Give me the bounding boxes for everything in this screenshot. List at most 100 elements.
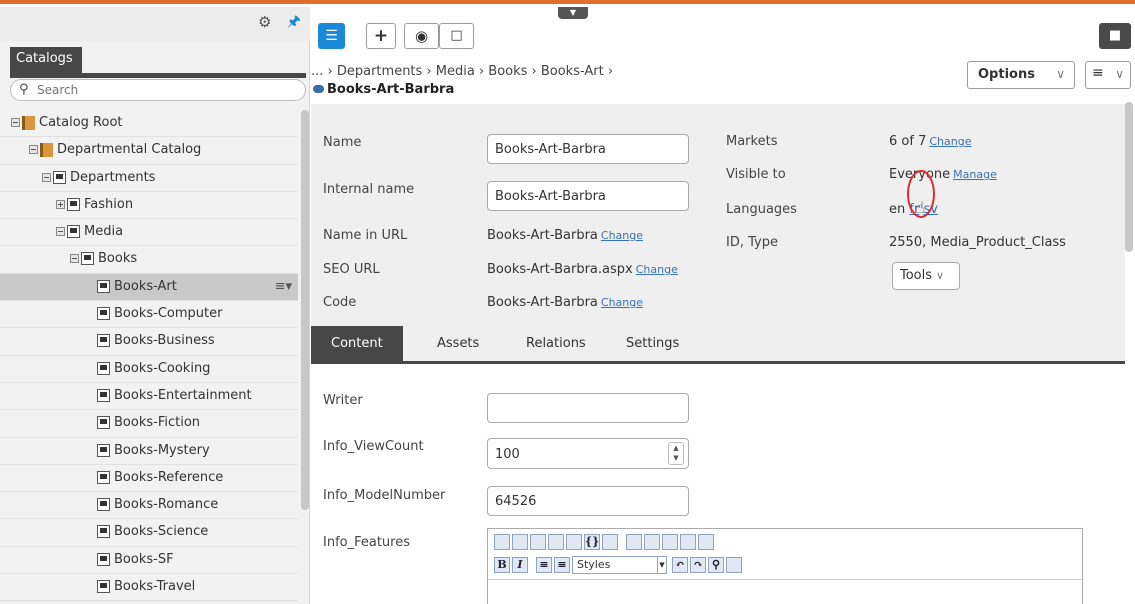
- bullet-list-icon[interactable]: ≡: [536, 557, 552, 573]
- languages-label: Languages: [726, 202, 797, 217]
- collapse-icon[interactable]: [70, 254, 79, 264]
- change-seo-url-link[interactable]: Change: [636, 263, 678, 276]
- tree-item-label: Books-Cooking: [114, 360, 211, 376]
- tree-item-departments[interactable]: Departments: [0, 165, 298, 192]
- preview-button[interactable]: □: [439, 23, 474, 49]
- styles-select[interactable]: Styles ▼: [572, 556, 667, 574]
- tab-settings[interactable]: Settings: [626, 326, 679, 361]
- tree-item-books-art[interactable]: Books-Art ≡▾: [0, 273, 298, 302]
- tree-item-label: Books: [98, 251, 138, 267]
- tree-item-departmental-catalog[interactable]: Departmental Catalog: [0, 137, 298, 165]
- toggle-tree-button[interactable]: ☰: [318, 23, 345, 49]
- markets-value: 6 of 7 Change: [889, 134, 971, 149]
- chevron-down-icon[interactable]: ▼: [558, 7, 588, 19]
- breadcrumb[interactable]: ... › Departments › Media › Books › Book…: [311, 64, 613, 79]
- media-icon[interactable]: [566, 534, 582, 550]
- options-button[interactable]: Options ∨: [967, 61, 1075, 89]
- collapse-icon[interactable]: [29, 145, 38, 155]
- cut-icon[interactable]: [626, 534, 642, 550]
- tree-item-books-fiction[interactable]: Books-Fiction: [0, 410, 298, 438]
- name-field[interactable]: Books-Art-Barbra: [487, 134, 689, 164]
- catalog-tree: Catalog Root Departmental Catalog Depart…: [0, 110, 298, 602]
- code-icon[interactable]: {}: [584, 534, 600, 550]
- search-box[interactable]: ⚲: [10, 79, 306, 101]
- rich-text-editor[interactable]: {} B I ≡ ≡ Styles ▼ ↶ ↷ ⚲: [487, 528, 1083, 604]
- collapse-icon[interactable]: [56, 227, 65, 237]
- tree-item-books-entertainment[interactable]: Books-Entertainment: [0, 383, 298, 411]
- paste-text-icon[interactable]: [680, 534, 696, 550]
- tree-item-fashion[interactable]: Fashion: [0, 192, 298, 220]
- change-markets-link[interactable]: Change: [929, 135, 971, 148]
- tree-item-label: Books-Travel: [114, 579, 196, 595]
- writer-field[interactable]: [487, 393, 689, 423]
- pin-icon[interactable]: 🖈: [287, 11, 301, 36]
- tree-item-books-reference[interactable]: Books-Reference: [0, 465, 298, 493]
- copy-icon[interactable]: [644, 534, 660, 550]
- add-button[interactable]: +: [366, 23, 396, 49]
- collapse-icon[interactable]: [42, 172, 51, 182]
- change-code-link[interactable]: Change: [601, 296, 643, 309]
- folder-button[interactable]: ■: [1099, 23, 1131, 49]
- item-type-icon: [313, 85, 324, 93]
- numbered-list-icon[interactable]: ≡: [554, 557, 570, 573]
- change-name-in-url-link[interactable]: Change: [601, 229, 643, 242]
- expand-icon[interactable]: [56, 199, 65, 209]
- visible-to-value: Everyone Manage: [889, 167, 997, 182]
- tools-label: Tools: [900, 268, 933, 283]
- find-icon[interactable]: ⚲: [708, 557, 724, 573]
- tree-item-books-sf[interactable]: Books-SF: [0, 547, 298, 575]
- view-button[interactable]: ◉: [404, 23, 439, 49]
- tree-item-label: Books-SF: [114, 551, 174, 567]
- internal-name-field[interactable]: Books-Art-Barbra: [487, 181, 689, 211]
- tree-item-media[interactable]: Media: [0, 219, 298, 247]
- content-tabs: Content Assets Relations Settings: [311, 326, 1125, 364]
- tree-item-books-business[interactable]: Books-Business: [0, 328, 298, 356]
- link-icon[interactable]: [512, 534, 528, 550]
- sidebar-scrollbar[interactable]: [301, 110, 309, 510]
- gear-icon[interactable]: ⚙: [258, 13, 271, 31]
- tab-assets[interactable]: Assets: [437, 326, 479, 361]
- tools-button[interactable]: Tools ∨: [892, 262, 960, 290]
- image-icon[interactable]: [530, 534, 546, 550]
- undo-icon[interactable]: ↶: [672, 557, 688, 573]
- search-input[interactable]: [37, 82, 287, 98]
- catalog-icon: [40, 142, 53, 157]
- plus-icon: +: [373, 26, 389, 46]
- tree-item-label: Books-Entertainment: [114, 387, 252, 403]
- main-scrollbar[interactable]: [1125, 102, 1133, 252]
- manage-link[interactable]: Manage: [953, 168, 997, 181]
- model-number-field[interactable]: 64526: [487, 486, 689, 516]
- tree-item-label: Fashion: [84, 196, 134, 212]
- tree-item-catalog-root[interactable]: Catalog Root: [0, 110, 298, 138]
- fullscreen-icon[interactable]: [726, 557, 742, 573]
- tree-item-books-romance[interactable]: Books-Romance: [0, 492, 298, 520]
- tree-item-books-cooking[interactable]: Books-Cooking: [0, 356, 298, 383]
- redo-icon[interactable]: ↷: [690, 557, 706, 573]
- italic-icon[interactable]: I: [512, 557, 528, 573]
- id-type-value: 2550, Media_Product_Class: [889, 235, 1066, 250]
- tree-item-books-travel[interactable]: Books-Travel: [0, 574, 298, 602]
- tree-item-books-science[interactable]: Books-Science: [0, 519, 298, 547]
- tree-item-books-computer[interactable]: Books-Computer: [0, 301, 298, 329]
- tab-content[interactable]: Content: [311, 326, 403, 361]
- paste-icon[interactable]: [662, 534, 678, 550]
- node-icon: [81, 252, 94, 266]
- template-icon[interactable]: [602, 534, 618, 550]
- context-menu-icon[interactable]: ≡▾: [275, 279, 292, 294]
- paste-word-icon[interactable]: [698, 534, 714, 550]
- list-view-button[interactable]: ≡ ∨: [1085, 61, 1131, 89]
- view-count-value: 100: [495, 447, 520, 462]
- spinner-icon[interactable]: ▲ ▼: [668, 442, 684, 465]
- spellcheck-icon[interactable]: [494, 534, 510, 550]
- tab-relations[interactable]: Relations: [526, 326, 586, 361]
- edit-icon[interactable]: [548, 534, 564, 550]
- tab-underline: [10, 73, 306, 78]
- collapse-icon[interactable]: [11, 118, 20, 127]
- tree-item-books-mystery[interactable]: Books-Mystery: [0, 438, 298, 465]
- node-icon: [97, 416, 110, 430]
- tree-item-label: Media: [84, 224, 124, 240]
- tab-catalogs[interactable]: Catalogs: [10, 47, 82, 73]
- bold-icon[interactable]: B: [494, 557, 510, 573]
- tree-item-books[interactable]: Books: [0, 246, 298, 274]
- view-count-stepper[interactable]: 100 ▲ ▼: [487, 438, 689, 469]
